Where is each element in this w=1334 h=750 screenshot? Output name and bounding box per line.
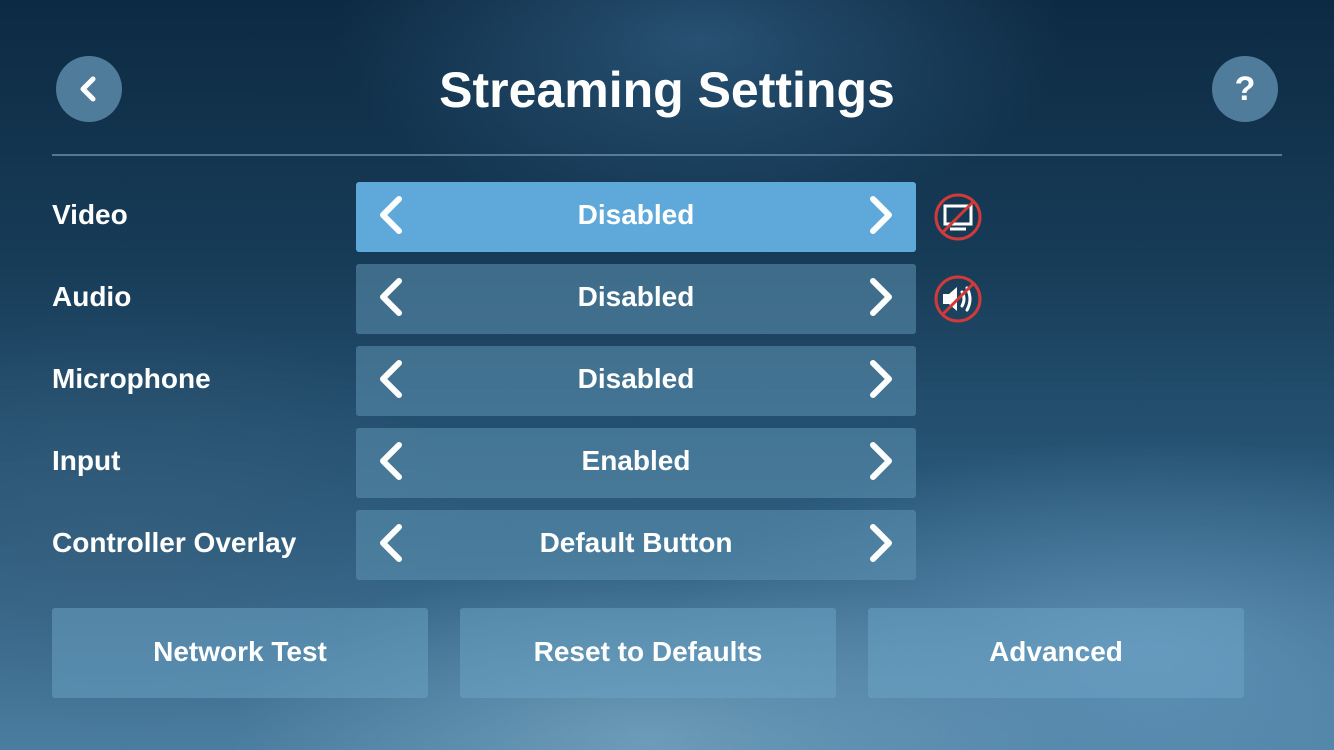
setting-label-video: Video: [52, 199, 128, 230]
reset-defaults-button[interactable]: Reset to Defaults: [460, 608, 836, 698]
header-divider: [52, 154, 1282, 156]
chevron-right-icon[interactable]: [846, 428, 916, 494]
selector-microphone[interactable]: Disabled: [356, 346, 916, 416]
selector-video[interactable]: Disabled: [356, 182, 916, 252]
selector-value: Enabled: [581, 445, 691, 476]
audio-muted-icon: [934, 275, 982, 323]
selector-value: Disabled: [577, 281, 695, 312]
chevron-right-icon[interactable]: [846, 182, 916, 248]
chevron-right-icon[interactable]: [846, 346, 916, 412]
video-disabled-icon: [934, 193, 982, 241]
chevron-right-icon[interactable]: [846, 264, 916, 330]
setting-label-audio: Audio: [52, 281, 132, 312]
advanced-button[interactable]: Advanced: [868, 608, 1244, 698]
selector-value: Disabled: [577, 363, 695, 394]
selector-value: Default Button: [539, 527, 733, 558]
setting-label-controller-overlay: Controller Overlay: [52, 527, 297, 558]
help-button[interactable]: ?: [1212, 56, 1278, 122]
selector-input[interactable]: Enabled: [356, 428, 916, 498]
chevron-right-icon[interactable]: [846, 510, 916, 576]
network-test-button[interactable]: Network Test: [52, 608, 428, 698]
selector-controller-overlay[interactable]: Default Button: [356, 510, 916, 580]
page-title: Streaming Settings: [439, 62, 895, 118]
selector-value: Disabled: [577, 199, 695, 230]
selector-audio[interactable]: Disabled: [356, 264, 916, 334]
setting-label-input: Input: [52, 445, 121, 476]
setting-label-microphone: Microphone: [52, 363, 211, 394]
